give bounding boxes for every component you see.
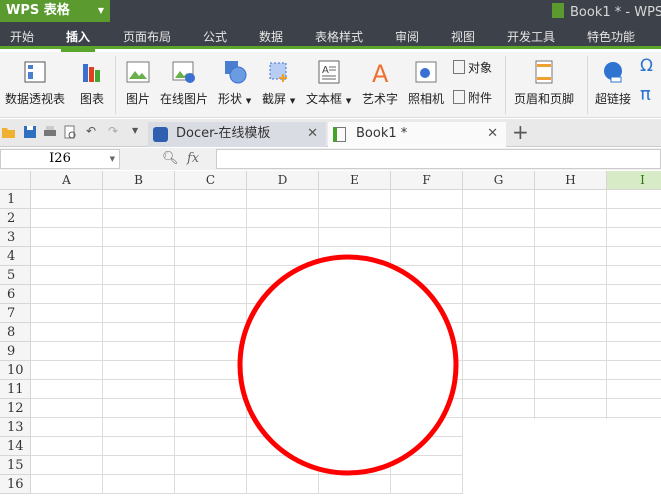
circle-shape[interactable] <box>237 254 459 476</box>
circle-shape-layer <box>237 254 459 476</box>
